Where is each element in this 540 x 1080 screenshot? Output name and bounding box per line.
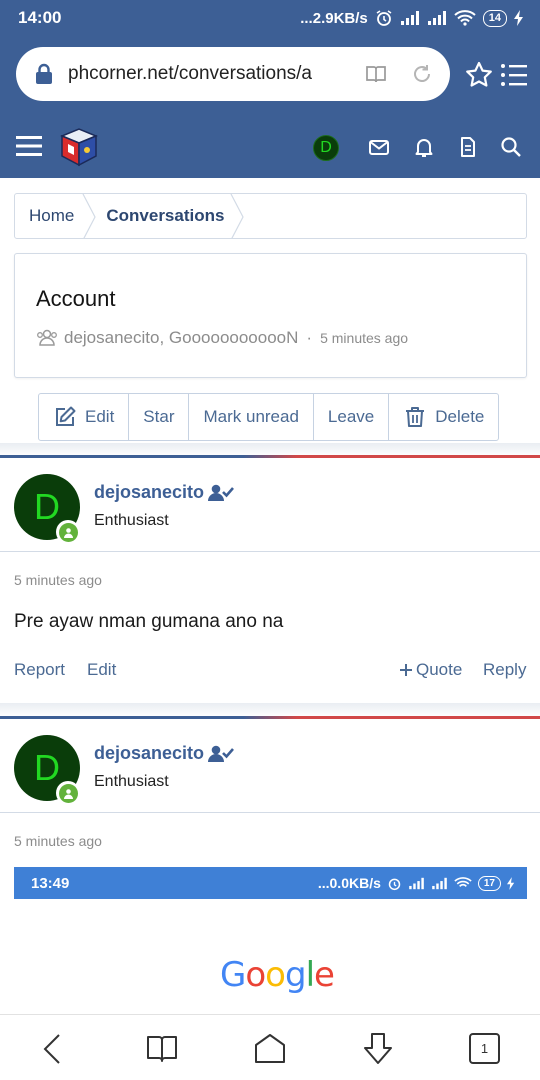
user-avatar[interactable]: D	[313, 135, 339, 161]
menu-icon[interactable]	[500, 62, 528, 88]
browser-toolbar: phcorner.net/conversations/a	[0, 36, 540, 114]
charging-icon	[507, 876, 515, 890]
home-icon[interactable]	[252, 1031, 288, 1067]
signal-icon	[432, 877, 447, 889]
user-title: Enthusiast	[94, 512, 169, 529]
message-user-info: D dejosanecito Enthusiast	[0, 458, 540, 552]
username[interactable]: dejosanecito	[94, 482, 204, 503]
message: D dejosanecito Enthusiast 5 minutes ago …	[0, 455, 540, 713]
conversation-meta: dejosanecito, GoooooooooooN · 5 minutes …	[36, 328, 408, 348]
tabs-icon[interactable]: 1	[469, 1033, 500, 1064]
charging-icon	[514, 10, 523, 26]
reply-link[interactable]: Reply	[483, 660, 526, 680]
edit-link[interactable]: Edit	[87, 660, 116, 680]
browser-bottom-nav: 1	[0, 1014, 540, 1080]
plus-icon	[400, 664, 412, 676]
trash-icon	[406, 407, 425, 427]
status-bar: 14:00 ...2.9KB/s 14	[0, 0, 540, 36]
user-verified-icon	[208, 484, 235, 501]
participants[interactable]: dejosanecito, GoooooooooooN	[64, 328, 298, 348]
edit-button[interactable]: Edit	[39, 394, 130, 440]
bell-icon[interactable]	[413, 136, 435, 158]
alarm-icon	[376, 10, 392, 26]
bookmark-star-icon[interactable]	[464, 60, 494, 90]
wifi-icon	[454, 10, 476, 26]
report-link[interactable]: Report	[14, 660, 65, 680]
reload-icon[interactable]	[410, 62, 434, 86]
mark-unread-button[interactable]: Mark unread	[189, 394, 314, 440]
page-title: Account	[36, 286, 116, 311]
message-time[interactable]: 5 minutes ago	[14, 572, 102, 588]
breadcrumb: Home Conversations	[14, 193, 527, 239]
breadcrumb-conversations[interactable]: Conversations	[96, 194, 245, 238]
users-icon	[37, 329, 57, 346]
battery-icon: 17	[477, 875, 501, 891]
hamburger-icon[interactable]	[16, 134, 42, 158]
back-icon[interactable]	[36, 1031, 72, 1067]
reader-mode-icon[interactable]	[364, 62, 388, 86]
lock-icon	[36, 63, 52, 84]
edit-icon	[56, 406, 76, 426]
signal-icon	[400, 11, 419, 25]
embedded-network-speed: ...0.0KB/s	[317, 875, 381, 891]
logo[interactable]	[58, 126, 100, 168]
google-logo: Google	[220, 955, 335, 995]
alarm-icon	[388, 878, 401, 890]
wifi-icon	[454, 876, 472, 887]
url-text[interactable]: phcorner.net/conversations/a	[68, 63, 342, 85]
message-user-info: D dejosanecito Enthusiast	[0, 719, 540, 813]
delete-button[interactable]: Delete	[389, 394, 498, 440]
signal-icon	[409, 877, 424, 889]
conversation-actions: Edit Star Mark unread Leave Delete	[38, 393, 500, 441]
user-verified-icon	[208, 745, 235, 762]
conversation-header: Account dejosanecito, GoooooooooooN · 5 …	[14, 253, 527, 378]
status-time: 14:00	[18, 8, 62, 27]
search-icon[interactable]	[500, 136, 522, 158]
breadcrumb-separator	[230, 194, 245, 238]
breadcrumb-home[interactable]: Home	[15, 194, 97, 238]
breadcrumb-separator	[82, 194, 97, 238]
download-icon[interactable]	[360, 1031, 396, 1067]
bookmarks-icon[interactable]	[144, 1031, 180, 1067]
conversation-time: 5 minutes ago	[320, 330, 409, 346]
network-speed: ...2.9KB/s	[300, 9, 368, 27]
embedded-time: 13:49	[31, 874, 70, 892]
signal-icon	[427, 11, 446, 25]
attached-screenshot[interactable]: 13:49 ...0.0KB/s 17	[14, 867, 527, 899]
online-status-icon	[56, 520, 80, 544]
username[interactable]: dejosanecito	[94, 743, 204, 764]
message-time[interactable]: 5 minutes ago	[14, 833, 102, 849]
mail-icon[interactable]	[368, 136, 390, 158]
battery-icon: 14	[482, 9, 507, 27]
quote-link[interactable]: Quote	[399, 660, 462, 680]
message-body: Pre ayaw nman gumana ano na	[14, 611, 284, 632]
leave-button[interactable]: Leave	[314, 394, 390, 440]
address-bar[interactable]: phcorner.net/conversations/a	[16, 47, 450, 101]
document-icon[interactable]	[457, 136, 479, 158]
online-status-icon	[56, 781, 80, 805]
user-title: Enthusiast	[94, 773, 169, 790]
star-button[interactable]: Star	[129, 394, 190, 440]
site-header: D	[0, 114, 540, 178]
